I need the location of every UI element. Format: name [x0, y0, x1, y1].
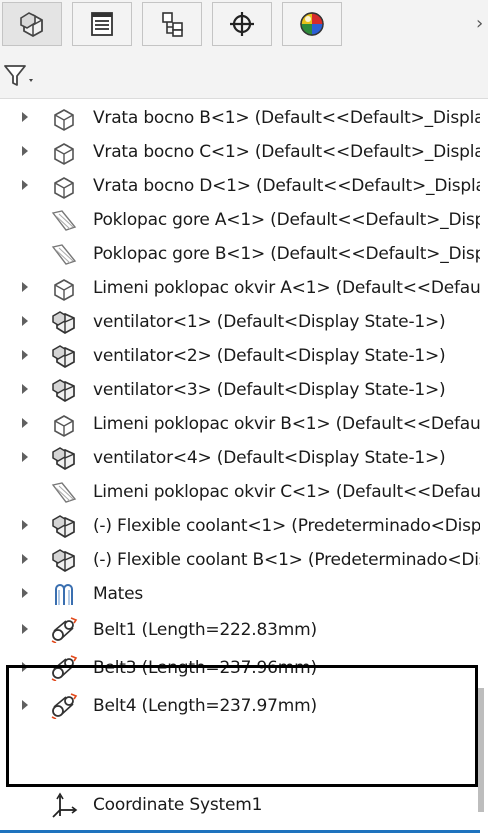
coordinate-system-icon: [52, 792, 78, 818]
tree-item[interactable]: ventilator<3> (Default<Display State-1>): [0, 373, 480, 407]
tree-item[interactable]: Limeni poklopac okvir C<1> (Default<<Def…: [0, 475, 480, 509]
assembly-icon: [52, 447, 75, 470]
part-icon: [54, 109, 74, 131]
expand-arrow-icon[interactable]: [22, 452, 28, 462]
assembly-icon: [52, 549, 75, 572]
feature-manager-panel: › Vrata bocno B<1> (Default<<Default>_Di…: [0, 0, 488, 834]
tree-item[interactable]: Limeni poklopac okvir B<1> (Default<<Def…: [0, 407, 480, 441]
sheetmetal-icon: [51, 482, 77, 503]
tab-overflow-arrow[interactable]: ›: [476, 12, 488, 36]
tree-item-label: Vrata bocno D<1> (Default<<Default>_Disp…: [93, 176, 480, 196]
tree-item[interactable]: Vrata bocno D<1> (Default<<Default>_Disp…: [0, 169, 480, 203]
belt-icon: [51, 617, 78, 643]
expand-arrow-icon[interactable]: [22, 316, 28, 326]
expand-arrow-icon[interactable]: [22, 146, 28, 156]
tree-item-label: Vrata bocno B<1> (Default<<Default>_Disp…: [93, 108, 480, 128]
tree-item-coordinate-system[interactable]: Coordinate System1: [0, 788, 480, 822]
assembly-icon: [52, 311, 75, 334]
expand-arrow-icon[interactable]: [22, 588, 28, 598]
expand-arrow-icon[interactable]: [22, 554, 28, 564]
part-icon: [54, 279, 74, 301]
tree-item-label: Limeni poklopac okvir C<1> (Default<<Def…: [93, 482, 480, 502]
expand-arrow-icon[interactable]: [22, 282, 28, 292]
assembly-icon: [20, 12, 43, 38]
filter-button[interactable]: [2, 62, 38, 90]
expand-arrow-icon[interactable]: [22, 520, 28, 530]
tree-item-label: Coordinate System1: [93, 795, 263, 815]
scrollbar-thumb[interactable]: [478, 688, 484, 812]
part-icon: [54, 415, 74, 437]
tab-feature-manager[interactable]: [2, 2, 62, 46]
tree-item-label: Poklopac gore A<1> (Default<<Default>_Di…: [93, 210, 480, 230]
tree-item-label: Belt1 (Length=222.83mm): [93, 620, 317, 640]
tree-item-mates[interactable]: Mates: [0, 577, 480, 611]
tree-item[interactable]: Vrata bocno B<1> (Default<<Default>_Disp…: [0, 101, 480, 135]
tree-item-label: ventilator<3> (Default<Display State-1>): [93, 380, 446, 400]
tree-item-label: ventilator<2> (Default<Display State-1>): [93, 346, 446, 366]
tree-item-label: Vrata bocno C<1> (Default<<Default>_Disp…: [93, 142, 480, 162]
tab-property-manager[interactable]: [72, 2, 132, 46]
mates-icon: [55, 584, 73, 605]
selection-highlight-box: [6, 665, 478, 787]
expand-arrow-icon[interactable]: [22, 624, 28, 634]
crosshair-icon: [230, 12, 254, 36]
tree-item-label: ventilator<1> (Default<Display State-1>): [93, 312, 446, 332]
expand-arrow-icon[interactable]: [22, 418, 28, 428]
part-icon: [54, 143, 74, 165]
tree-item-label: (-) Flexible coolant<1> (Predeterminado<…: [93, 516, 480, 536]
filter-icon: [4, 65, 33, 86]
tree-item-label: ventilator<4> (Default<Display State-1>): [93, 448, 446, 468]
tree-item-label: Mates: [93, 584, 144, 604]
expand-arrow-icon[interactable]: [22, 384, 28, 394]
tree-item[interactable]: Poklopac gore B<1> (Default<<Default>_Di…: [0, 237, 480, 271]
expand-arrow-icon[interactable]: [22, 180, 28, 190]
sheetmetal-icon: [51, 210, 77, 231]
tab-configuration-manager[interactable]: [142, 2, 202, 46]
tree-item-label: Limeni poklopac okvir A<1> (Default<<Def…: [93, 278, 480, 298]
tree-item[interactable]: ventilator<1> (Default<Display State-1>): [0, 305, 480, 339]
tree-item-label: Limeni poklopac okvir B<1> (Default<<Def…: [93, 414, 480, 434]
assembly-icon: [52, 379, 75, 402]
appearance-ball-icon: [300, 12, 324, 36]
assembly-icon: [52, 345, 75, 368]
expand-arrow-icon[interactable]: [22, 112, 28, 122]
tree-item-belt[interactable]: Belt1 (Length=222.83mm): [0, 613, 480, 647]
filter-bar: [0, 52, 488, 99]
manager-tabs-toolbar: ›: [0, 0, 488, 52]
tree-item[interactable]: (-) Flexible coolant B<1> (Predeterminad…: [0, 543, 480, 577]
sheetmetal-icon: [51, 244, 77, 265]
tree-item[interactable]: Limeni poklopac okvir A<1> (Default<<Def…: [0, 271, 480, 305]
expand-arrow-icon[interactable]: [22, 350, 28, 360]
part-icon: [54, 177, 74, 199]
tree-item-label: (-) Flexible coolant B<1> (Predeterminad…: [93, 550, 480, 570]
tab-dimxpert-manager[interactable]: [212, 2, 272, 46]
assembly-icon: [52, 515, 75, 538]
tree-item[interactable]: Poklopac gore A<1> (Default<<Default>_Di…: [0, 203, 480, 237]
tree-item[interactable]: (-) Flexible coolant<1> (Predeterminado<…: [0, 509, 480, 543]
tree-item[interactable]: Vrata bocno C<1> (Default<<Default>_Disp…: [0, 135, 480, 169]
tab-display-manager[interactable]: [282, 2, 342, 46]
panel-bottom-accent: [0, 830, 480, 833]
property-list-icon: [91, 12, 113, 36]
configuration-icon: [162, 12, 183, 37]
tree-item[interactable]: ventilator<4> (Default<Display State-1>): [0, 441, 480, 475]
tree-item[interactable]: ventilator<2> (Default<Display State-1>): [0, 339, 480, 373]
tree-item-label: Poklopac gore B<1> (Default<<Default>_Di…: [93, 244, 480, 264]
